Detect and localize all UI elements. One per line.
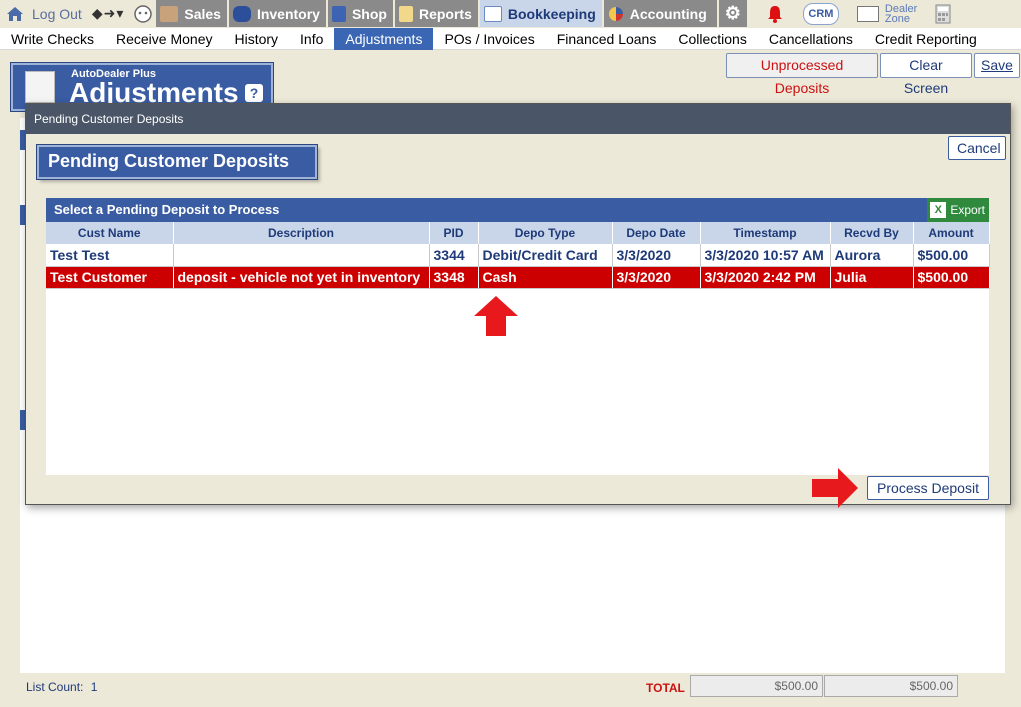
home-icon — [7, 6, 23, 21]
crm-button[interactable]: CRM — [802, 2, 839, 25]
nav-sales-label: Sales — [184, 5, 221, 22]
export-button[interactable]: X Export — [927, 198, 989, 222]
cell-recvd-by: Julia — [830, 266, 914, 289]
col-depo-date[interactable]: Depo Date — [612, 222, 701, 244]
cell-depo-date: 3/3/2020 — [612, 244, 701, 267]
logout-link[interactable]: Log Out — [0, 6, 82, 22]
total-label: TOTAL — [646, 681, 685, 695]
user-face-icon[interactable] — [132, 4, 154, 24]
subnav-credit-reporting[interactable]: Credit Reporting — [864, 28, 988, 50]
cancel-button[interactable]: Cancel — [948, 136, 1006, 160]
total-field-2: $500.00 — [824, 675, 958, 697]
logout-label: Log Out — [32, 5, 82, 22]
nav-shop[interactable]: Shop — [327, 0, 395, 27]
cell-amount: $500.00 — [913, 266, 990, 289]
cell-pid: 3348 — [429, 266, 479, 289]
subnav-history[interactable]: History — [223, 28, 289, 50]
cell-depo-type: Cash — [478, 266, 613, 289]
cell-cust-name: Test Customer — [46, 266, 174, 289]
nav-accounting[interactable]: Accounting — [603, 0, 719, 27]
cell-timestamp: 3/3/2020 10:57 AM — [700, 244, 831, 267]
calculator-icon[interactable] — [935, 4, 951, 24]
top-nav: Log Out ◆➜▾ Sales Inventory Shop Reports… — [0, 0, 1021, 27]
excel-icon: X — [930, 202, 947, 218]
dealer-zone-label: Dealer Zone — [884, 2, 918, 25]
dealer-zone-button[interactable]: Dealer Zone — [856, 2, 921, 25]
nav-bookkeeping-label: Bookkeeping — [507, 5, 596, 22]
col-recvd-by[interactable]: Recvd By — [830, 222, 914, 244]
export-label: Export — [950, 203, 985, 217]
save-button[interactable]: Save — [974, 53, 1020, 78]
car-icon — [232, 5, 251, 22]
cell-amount: $500.00 — [913, 244, 990, 267]
list-heading-label: Select a Pending Deposit to Process — [54, 202, 280, 217]
bell-icon[interactable] — [765, 4, 785, 24]
cell-depo-type: Debit/Credit Card — [478, 244, 613, 267]
nav-shop-label: Shop — [351, 5, 387, 22]
list-count-label: List Count: — [26, 680, 84, 694]
subnav-cancellations[interactable]: Cancellations — [758, 28, 864, 50]
nav-reports[interactable]: Reports — [394, 0, 480, 27]
col-depo-type[interactable]: Depo Type — [478, 222, 613, 244]
nav-inventory[interactable]: Inventory — [228, 0, 328, 27]
cell-cust-name: Test Test — [46, 244, 174, 267]
col-amount[interactable]: Amount — [913, 222, 990, 244]
cell-depo-date: 3/3/2020 — [612, 266, 701, 289]
subnav-write-checks[interactable]: Write Checks — [0, 28, 105, 50]
nav-accounting-label: Accounting — [629, 5, 707, 22]
table-row-selected[interactable]: Test Customer deposit - vehicle not yet … — [46, 266, 990, 289]
nav-reports-label: Reports — [418, 5, 472, 22]
wrench-icon — [331, 5, 346, 22]
col-timestamp[interactable]: Timestamp — [700, 222, 831, 244]
red-arrow-up-icon — [474, 296, 518, 336]
crm-label: CRM — [808, 7, 834, 20]
clear-screen-button[interactable]: Clear Screen — [880, 53, 972, 96]
cell-description: deposit - vehicle not yet in inventory — [173, 266, 430, 289]
deposit-table: Cust Name Description PID Depo Type Depo… — [46, 222, 990, 289]
red-arrow-right-icon — [812, 468, 858, 508]
subnav-collections[interactable]: Collections — [667, 28, 757, 50]
nav-sales[interactable]: Sales — [156, 0, 229, 27]
cell-recvd-by: Aurora — [830, 244, 914, 267]
pie-chart-icon — [608, 6, 623, 21]
nav-settings[interactable]: ⚙ — [718, 0, 749, 27]
nav-inventory-label: Inventory — [256, 5, 320, 22]
col-pid[interactable]: PID — [429, 222, 479, 244]
subnav-info[interactable]: Info — [289, 28, 334, 50]
salesperson-icon — [160, 5, 179, 22]
deposit-list: Select a Pending Deposit to Process X Ex… — [46, 198, 990, 475]
cell-timestamp: 3/3/2020 2:42 PM — [700, 266, 831, 289]
back-forward-arrows-icon[interactable]: ◆➜▾ — [92, 5, 125, 22]
document-pencil-icon — [25, 71, 55, 103]
table-header-row: Cust Name Description PID Depo Type Depo… — [46, 222, 990, 244]
sub-nav: Write Checks Receive Money History Info … — [0, 27, 1021, 50]
report-icon — [398, 5, 413, 22]
col-cust-name[interactable]: Cust Name — [46, 222, 174, 244]
pending-deposits-dialog: Pending Customer Deposits Pending Custom… — [25, 103, 1011, 505]
dealer-zone-icon — [856, 5, 879, 22]
dialog-title-bar: Pending Customer Deposits — [26, 104, 1010, 134]
subnav-financed-loans[interactable]: Financed Loans — [546, 28, 668, 50]
list-count-value: 1 — [90, 680, 98, 694]
help-icon[interactable]: ? — [245, 84, 263, 102]
subnav-receive-money[interactable]: Receive Money — [105, 28, 224, 50]
list-heading: Select a Pending Deposit to Process X Ex… — [46, 198, 989, 222]
subnav-adjustments[interactable]: Adjustments — [334, 27, 434, 50]
table-row[interactable]: Test Test 3344 Debit/Credit Card 3/3/202… — [46, 244, 990, 267]
nav-bookkeeping[interactable]: Bookkeeping — [479, 0, 604, 27]
cell-description — [173, 244, 430, 267]
col-description[interactable]: Description — [173, 222, 430, 244]
dialog-heading: Pending Customer Deposits — [37, 145, 317, 179]
gear-icon: ⚙ — [724, 3, 741, 23]
list-count: List Count: 1 — [26, 680, 97, 694]
total-field-1: $500.00 — [690, 675, 823, 697]
process-deposit-button[interactable]: Process Deposit — [867, 476, 989, 500]
right-tools: CRM Dealer Zone — [765, 0, 951, 27]
book-icon — [483, 5, 502, 22]
unprocessed-deposits-button[interactable]: Unprocessed Deposits — [726, 53, 878, 96]
subnav-pos-invoices[interactable]: POs / Invoices — [433, 28, 545, 50]
cell-pid: 3344 — [429, 244, 479, 267]
